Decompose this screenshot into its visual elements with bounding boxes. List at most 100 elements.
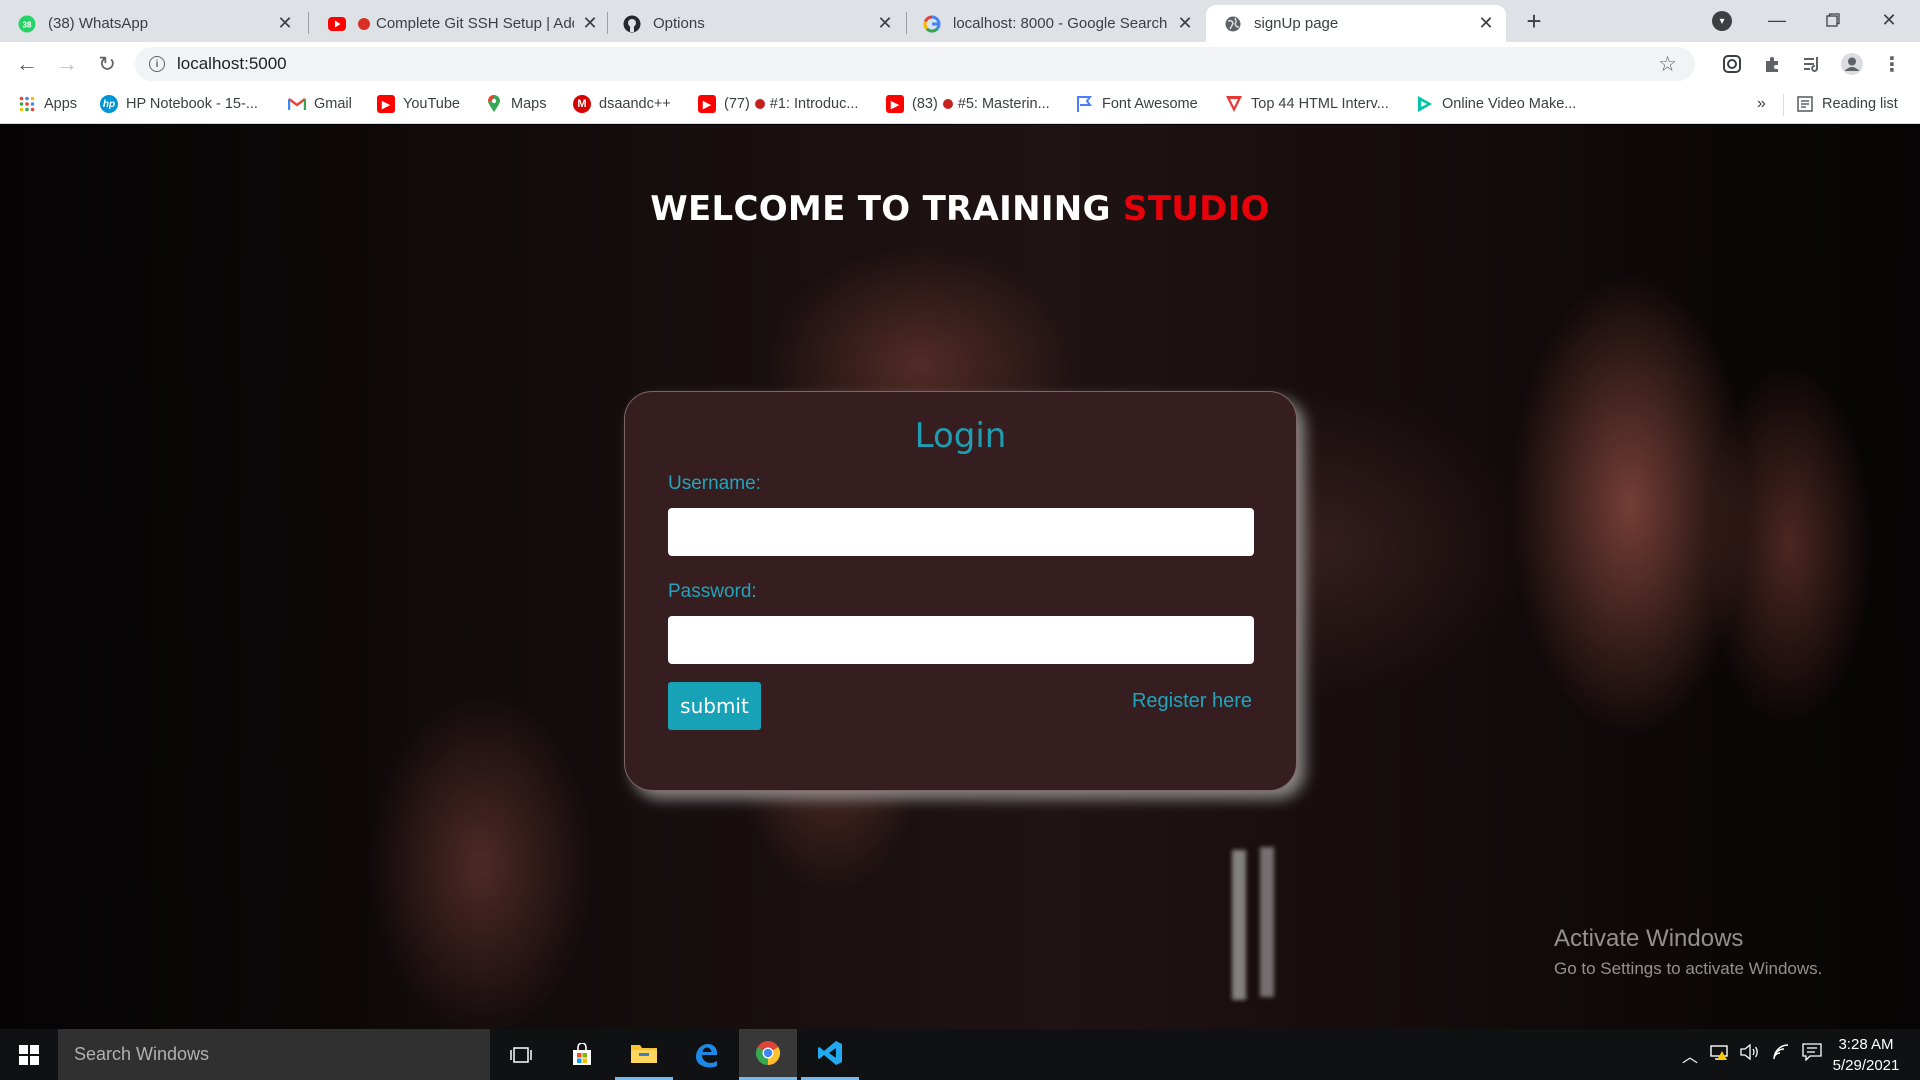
bookmark-hp-notebook[interactable]: hp HP Notebook - 15-... (100, 95, 258, 113)
bookmark-youtube-77[interactable]: ▶ (77) #1: Introduc... (698, 95, 858, 113)
bookmark-label: dsaandc++ (599, 96, 671, 112)
bookmark-label: (77) (724, 96, 750, 112)
watermark-subtitle: Go to Settings to activate Windows. (1554, 959, 1823, 978)
wifi-icon[interactable] (1772, 1043, 1792, 1066)
background-highlight (1260, 847, 1274, 997)
tab-search-icon[interactable]: ▾ (1712, 11, 1732, 31)
play-icon (1416, 95, 1434, 113)
reading-list-icon (1796, 95, 1814, 113)
clock-date: 5/29/2021 (1832, 1057, 1900, 1074)
bookmark-youtube-83[interactable]: ▶ (83) #5: Masterin... (886, 95, 1050, 113)
bookmark-label: (83) (912, 96, 938, 112)
network-warning-icon[interactable] (1710, 1043, 1730, 1066)
tab-git-ssh[interactable]: Complete Git SSH Setup | Add ✕ (310, 5, 610, 42)
bookmark-font-awesome[interactable]: Font Awesome (1076, 95, 1198, 113)
bookmark-label: Font Awesome (1102, 96, 1198, 112)
restore-icon[interactable] (1810, 6, 1856, 34)
reload-icon[interactable]: ↻ (93, 50, 121, 78)
close-icon[interactable]: ✕ (1476, 13, 1496, 34)
bookmark-maps[interactable]: Maps (485, 95, 546, 113)
site-info-icon[interactable]: i (149, 56, 165, 72)
bookmark-gmail[interactable]: Gmail (288, 95, 352, 113)
vscode-icon[interactable] (801, 1029, 859, 1080)
tab-options[interactable]: Options ✕ (605, 5, 905, 42)
profile-avatar-icon[interactable] (1840, 52, 1864, 76)
flag-icon (1076, 95, 1094, 113)
recording-dot-icon (942, 99, 953, 109)
tab-signup-page[interactable]: signUp page ✕ (1206, 5, 1506, 42)
start-button[interactable] (0, 1029, 58, 1080)
bookmark-label: Online Video Make... (1442, 96, 1577, 112)
edge-browser-icon[interactable] (677, 1029, 735, 1080)
register-link[interactable]: Register here (1132, 690, 1252, 713)
submit-button[interactable]: submit (668, 682, 761, 730)
windows-logo-icon (19, 1044, 39, 1065)
m-icon: M (573, 95, 591, 113)
clock-time: 3:28 AM (1838, 1036, 1894, 1053)
media-queue-icon[interactable] (1800, 52, 1824, 76)
store-icon[interactable] (553, 1029, 611, 1080)
v-icon (1225, 95, 1243, 113)
bookmarks-divider (1783, 94, 1784, 116)
url-text[interactable]: localhost:5000 (177, 54, 287, 74)
browser-toolbar: ← → ↻ i localhost:5000 ☆ ⋮ (0, 42, 1920, 86)
extensions-puzzle-icon[interactable] (1760, 52, 1784, 76)
menu-kebab-icon[interactable]: ⋮ (1880, 52, 1904, 76)
bookmark-html-interview[interactable]: Top 44 HTML Interv... (1225, 95, 1389, 113)
youtube-icon: ▶ (698, 95, 716, 113)
tab-google-search[interactable]: localhost: 8000 - Google Search ✕ (905, 5, 1205, 42)
username-input[interactable] (668, 508, 1254, 556)
reading-list-button[interactable]: Reading list (1796, 95, 1898, 113)
tab-separator (308, 12, 309, 34)
notification-icon[interactable] (1802, 1043, 1822, 1066)
address-bar[interactable]: i localhost:5000 ☆ (135, 47, 1695, 81)
bookmark-star-icon[interactable]: ☆ (1658, 52, 1677, 77)
file-explorer-icon[interactable] (615, 1029, 673, 1080)
more-bookmarks-icon[interactable]: » (1757, 95, 1766, 113)
window-close-icon[interactable]: ✕ (1866, 6, 1912, 34)
bookmark-label: Gmail (314, 96, 352, 112)
close-icon[interactable]: ✕ (580, 13, 600, 34)
youtube-icon: ▶ (377, 95, 395, 113)
close-icon[interactable]: ✕ (275, 13, 295, 34)
close-icon[interactable]: ✕ (1175, 13, 1195, 34)
tab-whatsapp[interactable]: 38 (38) WhatsApp ✕ (0, 5, 305, 42)
show-hidden-icons-icon[interactable]: ︿ (1682, 1043, 1698, 1067)
forward-arrow-icon[interactable]: → (53, 50, 81, 78)
new-tab-button[interactable]: + (1520, 8, 1548, 36)
tab-title: Complete Git SSH Setup | Add (376, 15, 574, 32)
maps-icon (485, 95, 503, 113)
close-icon[interactable]: ✕ (875, 13, 895, 34)
login-title: Login (914, 416, 1007, 456)
chrome-icon[interactable] (739, 1029, 797, 1080)
extension-lens-icon[interactable] (1720, 52, 1744, 76)
bookmark-label-2: #1: Introduc... (769, 96, 859, 112)
bookmark-label: Apps (44, 96, 78, 112)
back-arrow-icon[interactable]: ← (13, 50, 41, 78)
hp-icon: hp (100, 95, 118, 113)
volume-icon[interactable] (1740, 1043, 1760, 1066)
tab-title: (38) WhatsApp (48, 15, 149, 32)
bookmark-dsaandc[interactable]: M dsaandc++ (573, 95, 671, 113)
recording-dot-icon (754, 99, 765, 109)
tab-title: Options (653, 15, 705, 32)
activate-windows-watermark: Activate Windows Go to Settings to activ… (1554, 925, 1822, 979)
taskbar-search-input[interactable]: Search Windows (58, 1029, 490, 1080)
bookmark-apps[interactable]: Apps (18, 95, 77, 113)
bookmarks-bar: Apps hp HP Notebook - 15-... Gmail ▶ You… (0, 86, 1920, 124)
username-label: Username: (668, 473, 761, 494)
password-label: Password: (668, 581, 757, 602)
task-view-icon[interactable] (492, 1029, 550, 1080)
bookmark-online-video[interactable]: Online Video Make... (1416, 95, 1576, 113)
gmail-icon (288, 95, 306, 113)
system-clock[interactable]: 3:28 AM 5/29/2021 (1826, 1034, 1906, 1076)
minimize-icon[interactable]: — (1754, 6, 1800, 34)
bookmark-youtube[interactable]: ▶ YouTube (377, 95, 460, 113)
github-icon (623, 15, 641, 33)
bookmark-label: YouTube (403, 96, 460, 112)
youtube-icon (328, 15, 346, 33)
windows-taskbar: Search Windows ︿ 3:28 AM 5/29/2021 (0, 1029, 1920, 1080)
tab-strip: 38 (38) WhatsApp ✕ Complete Git SSH Setu… (0, 0, 1920, 42)
apps-grid-icon (18, 95, 36, 113)
password-input[interactable] (668, 616, 1254, 664)
